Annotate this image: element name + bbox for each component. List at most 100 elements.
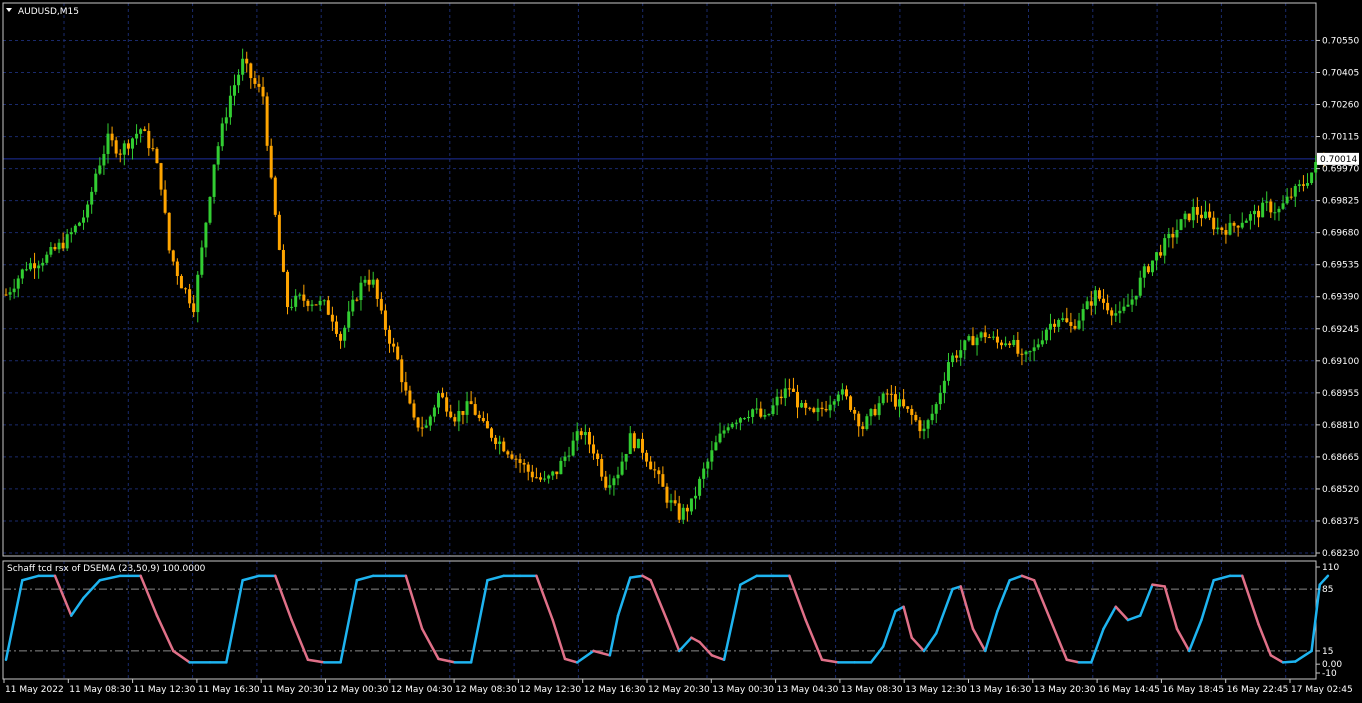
- candle-body: [673, 500, 677, 504]
- candle-body: [265, 96, 269, 146]
- candle-body: [1085, 301, 1089, 310]
- candle-body: [24, 269, 28, 271]
- candle-body: [816, 407, 820, 413]
- candle-body: [481, 417, 485, 422]
- candle-body: [914, 414, 918, 421]
- candle-body: [1236, 225, 1240, 228]
- indicator-title: Schaff tcd rsx of DSEMA (23,50,9) 100.00…: [7, 564, 206, 574]
- time-tick-label: 17 May 02:45: [1291, 685, 1353, 695]
- candle-body: [237, 74, 241, 86]
- candle-body: [942, 380, 946, 394]
- candle-body: [1310, 172, 1314, 184]
- symbol-title: AUDUSD,M15: [18, 7, 79, 17]
- indicator-segment: [1294, 649, 1313, 663]
- price-tick-label: 0.70115: [1322, 133, 1359, 143]
- candle-body: [751, 409, 755, 417]
- candle-body: [640, 438, 644, 453]
- time-tick-label: 11 May 20:30: [262, 685, 324, 695]
- indicator-segment: [983, 609, 999, 653]
- candle-body: [1028, 351, 1032, 353]
- indicator-segment: [710, 654, 726, 661]
- candle-body: [90, 191, 94, 205]
- candle-body: [16, 278, 20, 289]
- candle-body: [143, 129, 147, 131]
- candle-body: [812, 408, 816, 413]
- candle-body: [951, 355, 955, 363]
- candle-body: [844, 389, 848, 397]
- candle-body: [771, 405, 775, 415]
- candle-body: [57, 242, 61, 250]
- candle-body: [200, 247, 204, 275]
- candle-body: [179, 276, 183, 289]
- candle-body: [620, 461, 624, 475]
- candle-body: [661, 474, 665, 487]
- candle-body: [130, 138, 134, 149]
- indicator-segment: [1240, 574, 1260, 626]
- indicator-segment: [722, 583, 742, 661]
- price-tick-label: 0.69680: [1322, 229, 1359, 239]
- candle-body: [1293, 186, 1297, 197]
- candle-body: [1073, 325, 1077, 329]
- candle-body: [1130, 299, 1134, 305]
- candle-body: [253, 78, 257, 84]
- candle-body: [28, 263, 32, 270]
- candle-body: [498, 441, 502, 444]
- candle-body: [273, 177, 277, 215]
- time-tick-label: 11 May 12:30: [134, 685, 196, 695]
- indicator-segment: [172, 649, 191, 664]
- candle-body: [730, 423, 734, 428]
- candle-body: [800, 402, 804, 408]
- time-tick-label: 12 May 08:30: [455, 685, 517, 695]
- candle-body: [861, 426, 865, 429]
- candle-body: [1301, 184, 1305, 186]
- candle-body: [902, 399, 906, 407]
- candle-body: [767, 414, 771, 416]
- candle-body: [294, 295, 298, 307]
- candle-body: [449, 411, 453, 418]
- candle-body: [216, 146, 220, 165]
- candle-body: [65, 234, 69, 249]
- indicator-segment: [1175, 627, 1191, 653]
- candle-body: [538, 477, 542, 480]
- time-tick-label: 13 May 12:30: [905, 685, 967, 695]
- candle-body: [1195, 206, 1199, 215]
- candle-body: [77, 222, 81, 226]
- candle-body: [355, 299, 359, 301]
- candle-body: [1057, 319, 1061, 327]
- indicator-tick-label: 15: [1322, 647, 1333, 657]
- indicator-segment: [628, 574, 644, 579]
- candle-body: [281, 249, 285, 272]
- candle-body: [1257, 210, 1261, 218]
- candle-body: [873, 409, 877, 416]
- candle-body: [392, 343, 396, 347]
- time-tick-label: 13 May 08:30: [841, 685, 903, 695]
- candle-body: [1220, 227, 1224, 231]
- candle-body: [388, 329, 392, 344]
- time-tick-label: 12 May 20:30: [648, 685, 710, 695]
- indicator-tick-label: 85: [1322, 585, 1333, 595]
- indicator-segment: [1032, 579, 1052, 622]
- candle-body: [1093, 290, 1097, 306]
- candle-body: [326, 300, 330, 315]
- candle-body: [86, 204, 90, 218]
- candle-body: [53, 246, 57, 250]
- indicator-segment: [535, 574, 554, 622]
- candle-body: [881, 393, 885, 404]
- candle-body: [428, 416, 432, 426]
- candle-body: [710, 450, 714, 462]
- candle-body: [1150, 260, 1154, 273]
- candle-body: [506, 451, 510, 455]
- candle-body: [400, 359, 404, 383]
- candle-body: [33, 263, 37, 269]
- dropdown-triangle-icon[interactable]: [6, 8, 12, 12]
- candle-body: [1199, 214, 1203, 219]
- indicator-tick-label: 110: [1322, 563, 1339, 573]
- candle-body: [1224, 230, 1228, 235]
- candle-body: [726, 427, 730, 431]
- candle-body: [959, 350, 963, 358]
- candle-body: [494, 437, 498, 444]
- time-tick-label: 16 May 22:45: [1227, 685, 1289, 695]
- candle-body: [514, 458, 518, 460]
- candle-body: [1114, 313, 1118, 316]
- candle-body: [1228, 222, 1232, 235]
